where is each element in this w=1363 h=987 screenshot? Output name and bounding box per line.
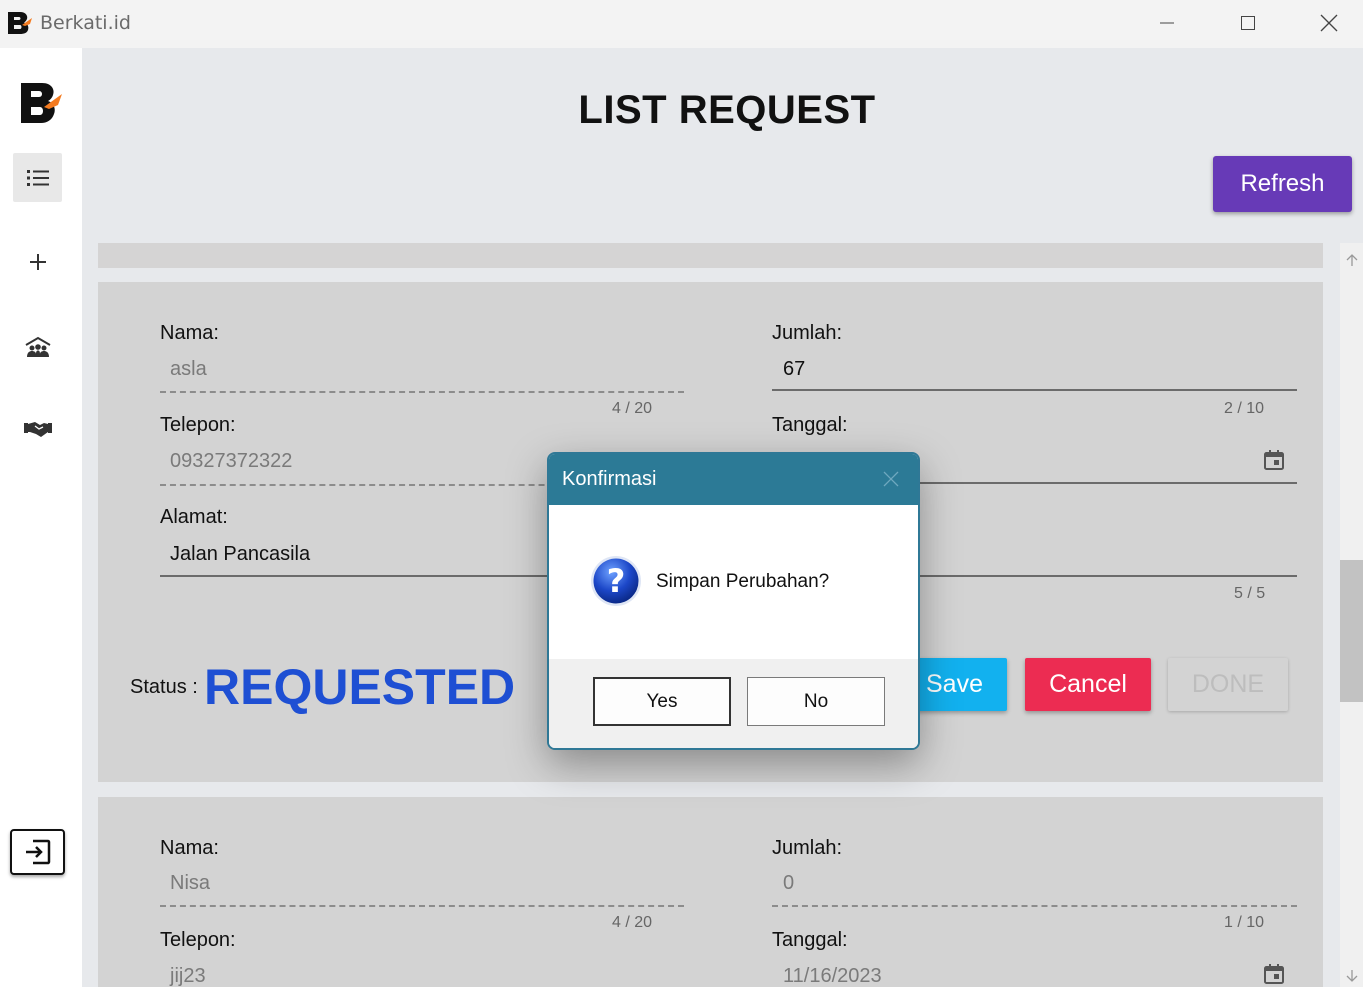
- handshake-icon: [23, 421, 52, 437]
- nama-counter: 4 / 20: [612, 400, 653, 417]
- maximize-button[interactable]: [1208, 0, 1288, 46]
- jumlah-label: Jumlah:: [772, 322, 843, 344]
- sidebar-item-list[interactable]: [13, 153, 62, 202]
- dialog-title: Konfirmasi: [562, 468, 657, 490]
- community-icon: [24, 336, 51, 357]
- sidebar-item-add[interactable]: [13, 237, 62, 286]
- question-icon: ?: [591, 556, 641, 606]
- yes-button[interactable]: Yes: [593, 677, 731, 726]
- telepon-field[interactable]: 09327372322: [170, 450, 292, 473]
- minimize-icon: [1160, 22, 1174, 24]
- telepon-label: Telepon:: [160, 929, 236, 951]
- scroll-down-icon[interactable]: [1344, 968, 1360, 984]
- nama-field[interactable]: Nisa: [170, 872, 210, 895]
- dialog-header: Konfirmasi: [549, 454, 918, 505]
- telepon-label: Telepon:: [160, 414, 236, 436]
- maximize-icon: [1241, 16, 1255, 30]
- jumlah-counter: 1 / 10: [1224, 914, 1265, 931]
- refresh-button[interactable]: Refresh: [1213, 156, 1352, 212]
- sidebar-item-partnership[interactable]: [13, 404, 62, 453]
- app-logo-icon: [8, 12, 32, 34]
- jumlah-label: Jumlah:: [772, 837, 843, 859]
- nama-underline: [160, 391, 684, 393]
- request-card: Nama: Nisa 4 / 20 Jumlah: 0 1 / 10 Telep…: [98, 797, 1323, 987]
- status-label: Status :: [130, 676, 198, 698]
- cancel-button[interactable]: Cancel: [1025, 658, 1151, 711]
- sidebar-item-community[interactable]: [13, 322, 62, 371]
- close-button[interactable]: [1289, 0, 1363, 46]
- jumlah-counter: 2 / 10: [1224, 400, 1265, 417]
- alamat-field[interactable]: Jalan Pancasila: [170, 543, 310, 566]
- close-icon: [1320, 14, 1338, 32]
- scroll-up-icon[interactable]: [1344, 252, 1360, 268]
- nama-label: Nama:: [160, 322, 219, 344]
- extra-counter: 5 / 5: [1234, 585, 1266, 602]
- list-top-edge: [98, 243, 1323, 268]
- title-bar: Berkati.id: [0, 0, 1363, 48]
- jumlah-underline: [772, 389, 1297, 391]
- minimize-button[interactable]: [1127, 0, 1207, 46]
- page-title: LIST REQUEST: [578, 88, 876, 132]
- tanggal-field[interactable]: 11/16/2023: [783, 965, 882, 987]
- tanggal-label: Tanggal:: [772, 414, 848, 436]
- dialog-footer: Yes No: [549, 659, 918, 748]
- dialog-message: Simpan Perubahan?: [656, 571, 830, 592]
- exit-button[interactable]: [10, 829, 65, 875]
- nama-label: Nama:: [160, 837, 219, 859]
- sidebar: [0, 48, 82, 987]
- plus-icon: [29, 253, 46, 270]
- nama-underline: [160, 905, 684, 907]
- dialog-close-icon[interactable]: [882, 470, 900, 488]
- scrollbar-thumb[interactable]: [1340, 560, 1363, 702]
- telepon-field[interactable]: jij23: [170, 965, 206, 987]
- nama-field[interactable]: asla: [170, 358, 207, 381]
- nama-counter: 4 / 20: [612, 914, 653, 931]
- jumlah-field[interactable]: 0: [783, 872, 794, 895]
- tanggal-label: Tanggal:: [772, 929, 848, 951]
- done-button[interactable]: DONE: [1168, 658, 1288, 711]
- svg-text:?: ?: [607, 562, 626, 600]
- exit-icon: [25, 839, 50, 865]
- calendar-icon[interactable]: [1262, 962, 1286, 986]
- list-icon: [26, 169, 49, 186]
- window-title: Berkati.id: [40, 12, 131, 34]
- jumlah-field[interactable]: 67: [783, 358, 805, 381]
- status-value: REQUESTED: [204, 659, 516, 715]
- confirm-dialog: Konfirmasi ? Simpan Perubahan? Yes No: [547, 452, 920, 750]
- dialog-body: ? Simpan Perubahan?: [549, 505, 918, 659]
- app-logo-icon: [21, 83, 62, 123]
- alamat-label: Alamat:: [160, 506, 228, 528]
- calendar-icon[interactable]: [1262, 448, 1286, 472]
- no-button[interactable]: No: [747, 677, 885, 726]
- jumlah-underline: [772, 905, 1297, 907]
